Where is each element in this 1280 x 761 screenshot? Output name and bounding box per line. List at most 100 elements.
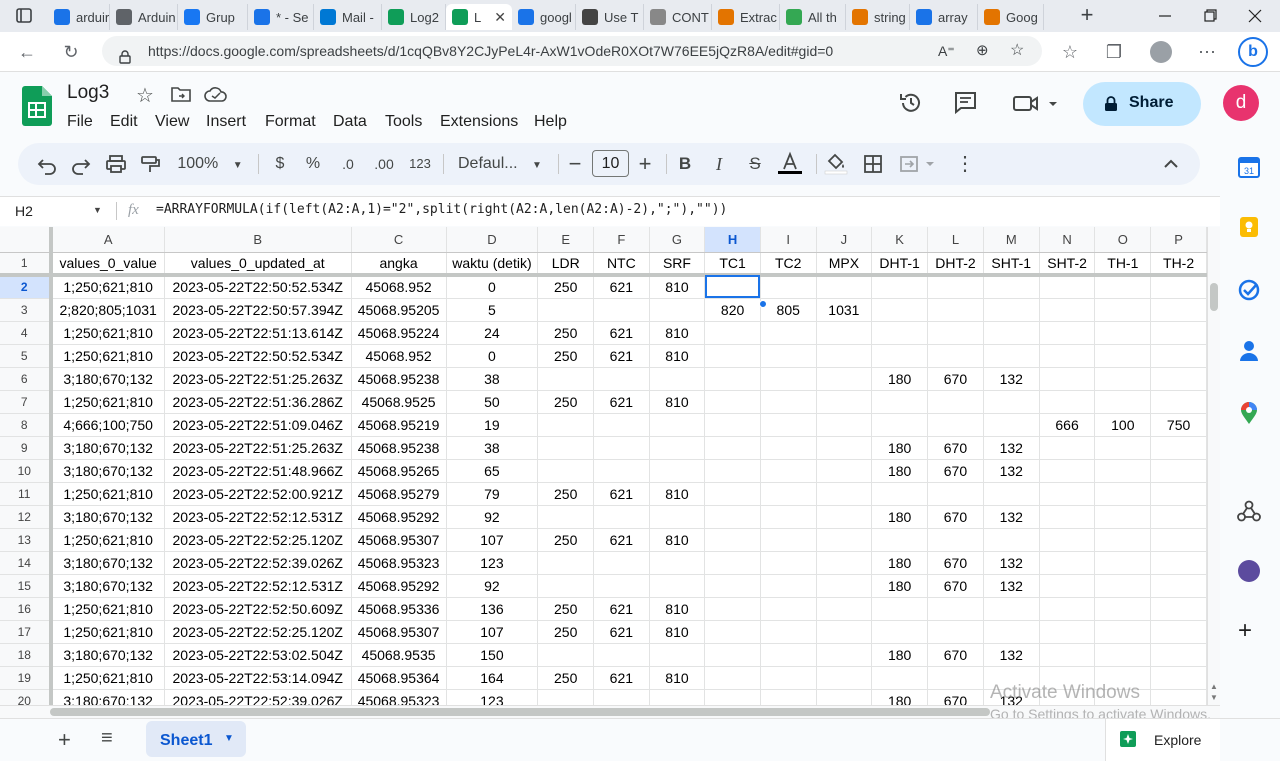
browser-tab[interactable]: googl — [512, 4, 576, 30]
cell[interactable] — [1094, 597, 1152, 621]
meet-video-icon[interactable] — [1012, 93, 1060, 113]
header-cell[interactable]: SHT-1 — [983, 252, 1040, 277]
more-menu-icon[interactable]: ⋯ — [1194, 39, 1220, 65]
cell[interactable] — [649, 298, 706, 322]
cell[interactable]: 132 — [983, 689, 1040, 705]
back-button[interactable]: ← — [14, 39, 40, 65]
cell[interactable] — [760, 666, 817, 690]
cell[interactable]: 1;250;621;810 — [50, 482, 165, 506]
cell[interactable] — [537, 459, 595, 483]
italic-button[interactable]: I — [709, 143, 729, 185]
cell[interactable]: 250 — [537, 597, 595, 621]
cell[interactable]: 45068.95307 — [351, 620, 447, 644]
cell[interactable] — [704, 574, 761, 598]
cell[interactable] — [649, 643, 706, 667]
name-box[interactable]: H2 ▼ — [0, 197, 110, 225]
cell[interactable] — [760, 413, 817, 437]
cell[interactable]: 180 — [871, 643, 929, 667]
column-header[interactable]: L — [927, 227, 984, 253]
tab-actions-icon[interactable] — [14, 6, 34, 26]
cell[interactable] — [1094, 666, 1152, 690]
cell[interactable]: 805 — [760, 298, 817, 322]
cell[interactable]: 2023-05-22T22:52:39.026Z — [164, 551, 352, 575]
cell[interactable] — [1039, 321, 1096, 345]
more-formats-button[interactable]: 123 — [407, 143, 433, 185]
cell[interactable] — [593, 298, 650, 322]
cell[interactable] — [1039, 597, 1096, 621]
cell[interactable]: 250 — [537, 528, 595, 552]
cell[interactable] — [871, 298, 929, 322]
cell[interactable]: 45068.95323 — [351, 551, 447, 575]
row-header[interactable]: 15 — [0, 574, 53, 598]
cell[interactable] — [816, 666, 873, 690]
browser-tab[interactable]: CONT — [644, 4, 712, 30]
percent-format-button[interactable]: % — [303, 143, 323, 185]
zoom-select[interactable]: 100% ▼ — [174, 143, 246, 185]
browser-tab[interactable]: Goog — [978, 4, 1044, 30]
cell[interactable] — [1150, 275, 1207, 299]
cell[interactable]: 180 — [871, 689, 929, 705]
cell[interactable]: 180 — [871, 551, 929, 575]
menu-format[interactable]: Format — [265, 113, 316, 131]
cell[interactable]: 65 — [446, 459, 539, 483]
column-header[interactable]: G — [649, 227, 706, 253]
cell[interactable]: 810 — [649, 390, 706, 414]
cell[interactable]: 670 — [927, 459, 984, 483]
cell[interactable] — [704, 413, 761, 437]
cell[interactable] — [704, 275, 761, 299]
cell[interactable]: 250 — [537, 390, 595, 414]
cell[interactable] — [537, 551, 595, 575]
cell[interactable]: 1;250;621;810 — [50, 275, 165, 299]
version-history-icon[interactable] — [898, 90, 924, 116]
column-header[interactable]: M — [983, 227, 1040, 253]
header-cell[interactable]: values_0_value — [50, 252, 165, 277]
cell[interactable] — [1039, 505, 1096, 529]
cell[interactable]: 1031 — [816, 298, 873, 322]
redo-icon[interactable] — [70, 143, 92, 185]
cell[interactable]: 621 — [593, 482, 650, 506]
cell[interactable]: 150 — [446, 643, 539, 667]
cell[interactable] — [1094, 551, 1152, 575]
minimize-button[interactable] — [1155, 8, 1175, 24]
cell[interactable]: 0 — [446, 344, 539, 368]
cell[interactable] — [1094, 344, 1152, 368]
browser-tab[interactable]: Extrac — [712, 4, 780, 30]
cell[interactable]: 132 — [983, 643, 1040, 667]
menu-insert[interactable]: Insert — [206, 113, 246, 131]
cell[interactable]: 2023-05-22T22:52:25.120Z — [164, 528, 352, 552]
address-bar[interactable]: https://docs.google.com/spreadsheets/d/1… — [102, 36, 1042, 66]
cloud-status-icon[interactable] — [204, 86, 228, 102]
sheets-logo-icon[interactable] — [22, 86, 52, 126]
new-tab-button[interactable]: + — [1075, 4, 1099, 28]
header-cell[interactable]: waktu (detik) — [446, 252, 539, 277]
cell[interactable]: 45068.952 — [351, 344, 447, 368]
cell[interactable] — [704, 321, 761, 345]
currency-format-button[interactable]: $ — [270, 143, 290, 185]
cell[interactable] — [1094, 528, 1152, 552]
browser-tab[interactable]: L ✕ — [446, 4, 512, 30]
cell[interactable] — [1039, 390, 1096, 414]
browser-tab[interactable]: All th — [780, 4, 846, 30]
cell[interactable]: 123 — [446, 689, 539, 705]
cell[interactable] — [704, 459, 761, 483]
cell[interactable]: 670 — [927, 689, 984, 705]
cell[interactable] — [927, 321, 984, 345]
row-header[interactable]: 20 — [0, 689, 53, 705]
read-aloud-icon[interactable]: A⁼ — [938, 36, 955, 66]
cell[interactable] — [704, 344, 761, 368]
cell[interactable]: 670 — [927, 505, 984, 529]
cell[interactable] — [816, 689, 873, 705]
cell[interactable] — [1094, 367, 1152, 391]
calendar-icon[interactable]: 31 — [1238, 156, 1260, 178]
cell[interactable] — [816, 482, 873, 506]
move-folder-icon[interactable] — [171, 86, 191, 102]
vertical-scrollbar[interactable]: ▲ ▼ — [1207, 227, 1220, 705]
cell[interactable]: 132 — [983, 551, 1040, 575]
cell[interactable]: 164 — [446, 666, 539, 690]
cell[interactable] — [927, 620, 984, 644]
cell[interactable]: 820 — [704, 298, 761, 322]
cell[interactable]: 45068.95265 — [351, 459, 447, 483]
cell[interactable] — [704, 390, 761, 414]
cell[interactable] — [593, 551, 650, 575]
collections-icon[interactable]: ❐ — [1101, 39, 1127, 65]
